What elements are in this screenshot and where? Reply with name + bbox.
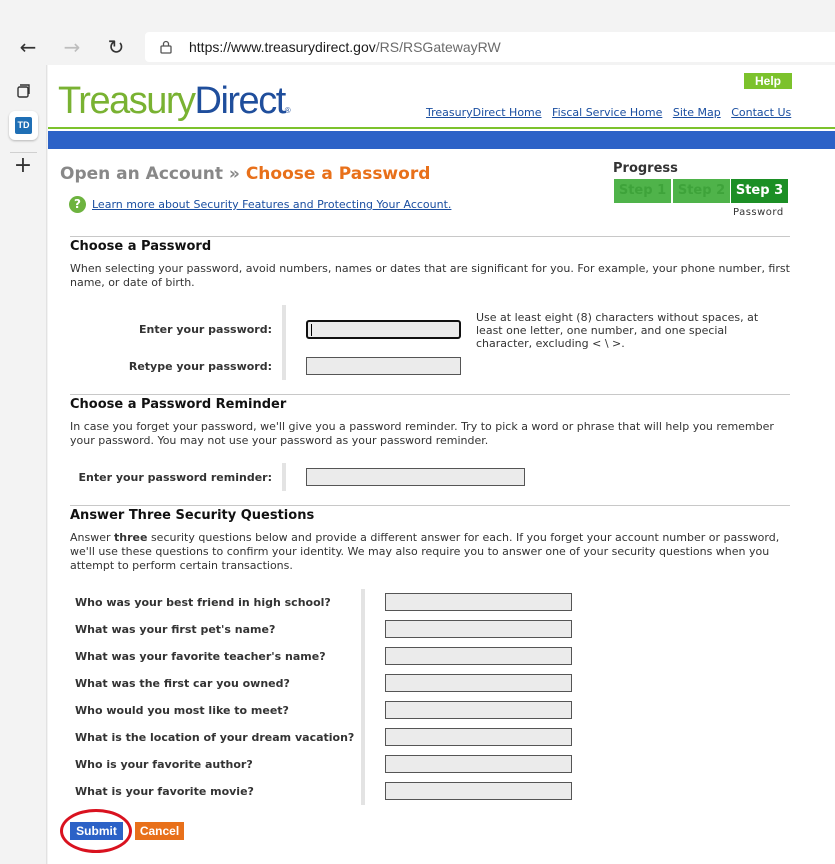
breadcrumb-parent: Open an Account bbox=[60, 164, 223, 184]
page-title: Open an Account » Choose a Password bbox=[60, 164, 430, 184]
treasurydirect-favicon: TD bbox=[15, 117, 32, 134]
divider bbox=[70, 394, 790, 395]
logo-part2: Direct bbox=[194, 80, 287, 122]
url-path: /RS/RSGatewayRW bbox=[375, 39, 501, 55]
field-separator-bar bbox=[282, 463, 286, 491]
retype-password-input[interactable] bbox=[306, 357, 461, 375]
security-answer-input[interactable] bbox=[385, 701, 572, 719]
password-input[interactable] bbox=[306, 320, 461, 339]
field-separator-bar bbox=[361, 589, 365, 805]
help-button[interactable]: Help bbox=[744, 73, 792, 89]
security-question-label: What is your favorite movie? bbox=[75, 785, 254, 798]
security-question-label: What was your first pet's name? bbox=[75, 623, 276, 636]
top-nav: TreasuryDirect Home Fiscal Service Home … bbox=[426, 106, 798, 119]
security-questions-intro: Answer three security questions below an… bbox=[70, 531, 795, 573]
password-reminder-label: Enter your password reminder: bbox=[78, 471, 272, 484]
security-answer-input[interactable] bbox=[385, 593, 572, 611]
learn-more-link[interactable]: Learn more about Security Features and P… bbox=[92, 198, 451, 211]
url-host: https://www.treasurydirect.gov bbox=[189, 39, 376, 55]
intro-text: security questions below and provide a d… bbox=[70, 531, 780, 572]
red-annotation-circle bbox=[60, 809, 132, 853]
divider bbox=[70, 505, 790, 506]
logo-registered: ® bbox=[284, 106, 291, 115]
treasurydirect-home-link[interactable]: TreasuryDirect Home bbox=[426, 106, 542, 119]
breadcrumb-current: Choose a Password bbox=[245, 164, 431, 184]
help-question-icon: ? bbox=[69, 196, 86, 213]
reminder-heading: Choose a Password Reminder bbox=[70, 397, 287, 412]
cancel-button[interactable]: Cancel bbox=[135, 822, 184, 840]
browser-sidebar: TD + bbox=[0, 65, 47, 864]
field-separator-bar bbox=[282, 305, 286, 380]
divider bbox=[70, 236, 790, 237]
page-content: TreasuryDirect® Help TreasuryDirect Home… bbox=[48, 65, 835, 864]
browser-toolbar: ← → ↻ https://www.treasurydirect.gov/RS/… bbox=[0, 0, 835, 65]
retype-password-label: Retype your password: bbox=[128, 360, 272, 373]
security-question-label: Who was your best friend in high school? bbox=[75, 596, 331, 609]
password-intro: When selecting your password, avoid numb… bbox=[70, 262, 790, 289]
logo-part1: Treasury bbox=[58, 80, 196, 122]
intro-text: Answer bbox=[70, 531, 115, 544]
breadcrumb-separator: » bbox=[228, 164, 240, 184]
security-answer-input[interactable] bbox=[385, 674, 572, 692]
active-tab[interactable]: TD bbox=[9, 111, 38, 140]
security-answer-input[interactable] bbox=[385, 620, 572, 638]
security-question-label: What was the first car you owned? bbox=[75, 677, 290, 690]
security-answer-input[interactable] bbox=[385, 782, 572, 800]
refresh-icon[interactable]: ↻ bbox=[105, 36, 127, 58]
password-heading: Choose a Password bbox=[70, 239, 212, 254]
progress-step-1: Step 1 bbox=[614, 179, 671, 203]
header-blue-band bbox=[48, 131, 835, 149]
back-icon[interactable]: ← bbox=[17, 36, 39, 58]
security-answer-input[interactable] bbox=[385, 728, 572, 746]
security-answer-input[interactable] bbox=[385, 647, 572, 665]
password-reminder-input[interactable] bbox=[306, 468, 525, 486]
progress-step-2: Step 2 bbox=[673, 179, 730, 203]
security-questions-heading: Answer Three Security Questions bbox=[70, 508, 315, 523]
header-green-rule bbox=[48, 127, 835, 129]
current-step-label: Password bbox=[733, 207, 784, 218]
enter-password-label: Enter your password: bbox=[139, 323, 272, 336]
security-question-label: What is the location of your dream vacat… bbox=[75, 731, 355, 744]
fiscal-service-home-link[interactable]: Fiscal Service Home bbox=[552, 106, 662, 119]
url-text: https://www.treasurydirect.gov/RS/RSGate… bbox=[189, 39, 501, 55]
security-question-label: Who is your favorite author? bbox=[75, 758, 253, 771]
lock-icon bbox=[160, 40, 172, 54]
password-rules-hint: Use at least eight (8) characters withou… bbox=[476, 311, 759, 350]
reminder-intro: In case you forget your password, we'll … bbox=[70, 420, 774, 447]
security-question-label: Who would you most like to meet? bbox=[75, 704, 289, 717]
site-map-link[interactable]: Site Map bbox=[673, 106, 721, 119]
contact-us-link[interactable]: Contact Us bbox=[731, 106, 791, 119]
address-bar[interactable]: https://www.treasurydirect.gov/RS/RSGate… bbox=[145, 32, 835, 62]
tab-actions-icon[interactable] bbox=[12, 80, 34, 102]
treasurydirect-logo[interactable]: TreasuryDirect® bbox=[58, 80, 291, 132]
forward-icon[interactable]: → bbox=[61, 36, 83, 58]
progress-label: Progress bbox=[613, 161, 678, 176]
security-answer-input[interactable] bbox=[385, 755, 572, 773]
security-question-label: What was your favorite teacher's name? bbox=[75, 650, 326, 663]
text-caret bbox=[311, 324, 312, 336]
new-tab-icon[interactable]: + bbox=[12, 155, 34, 177]
progress-step-3: Step 3 bbox=[731, 179, 788, 203]
learn-more-row: ? Learn more about Security Features and … bbox=[69, 196, 451, 213]
intro-emphasis: three bbox=[114, 531, 148, 544]
